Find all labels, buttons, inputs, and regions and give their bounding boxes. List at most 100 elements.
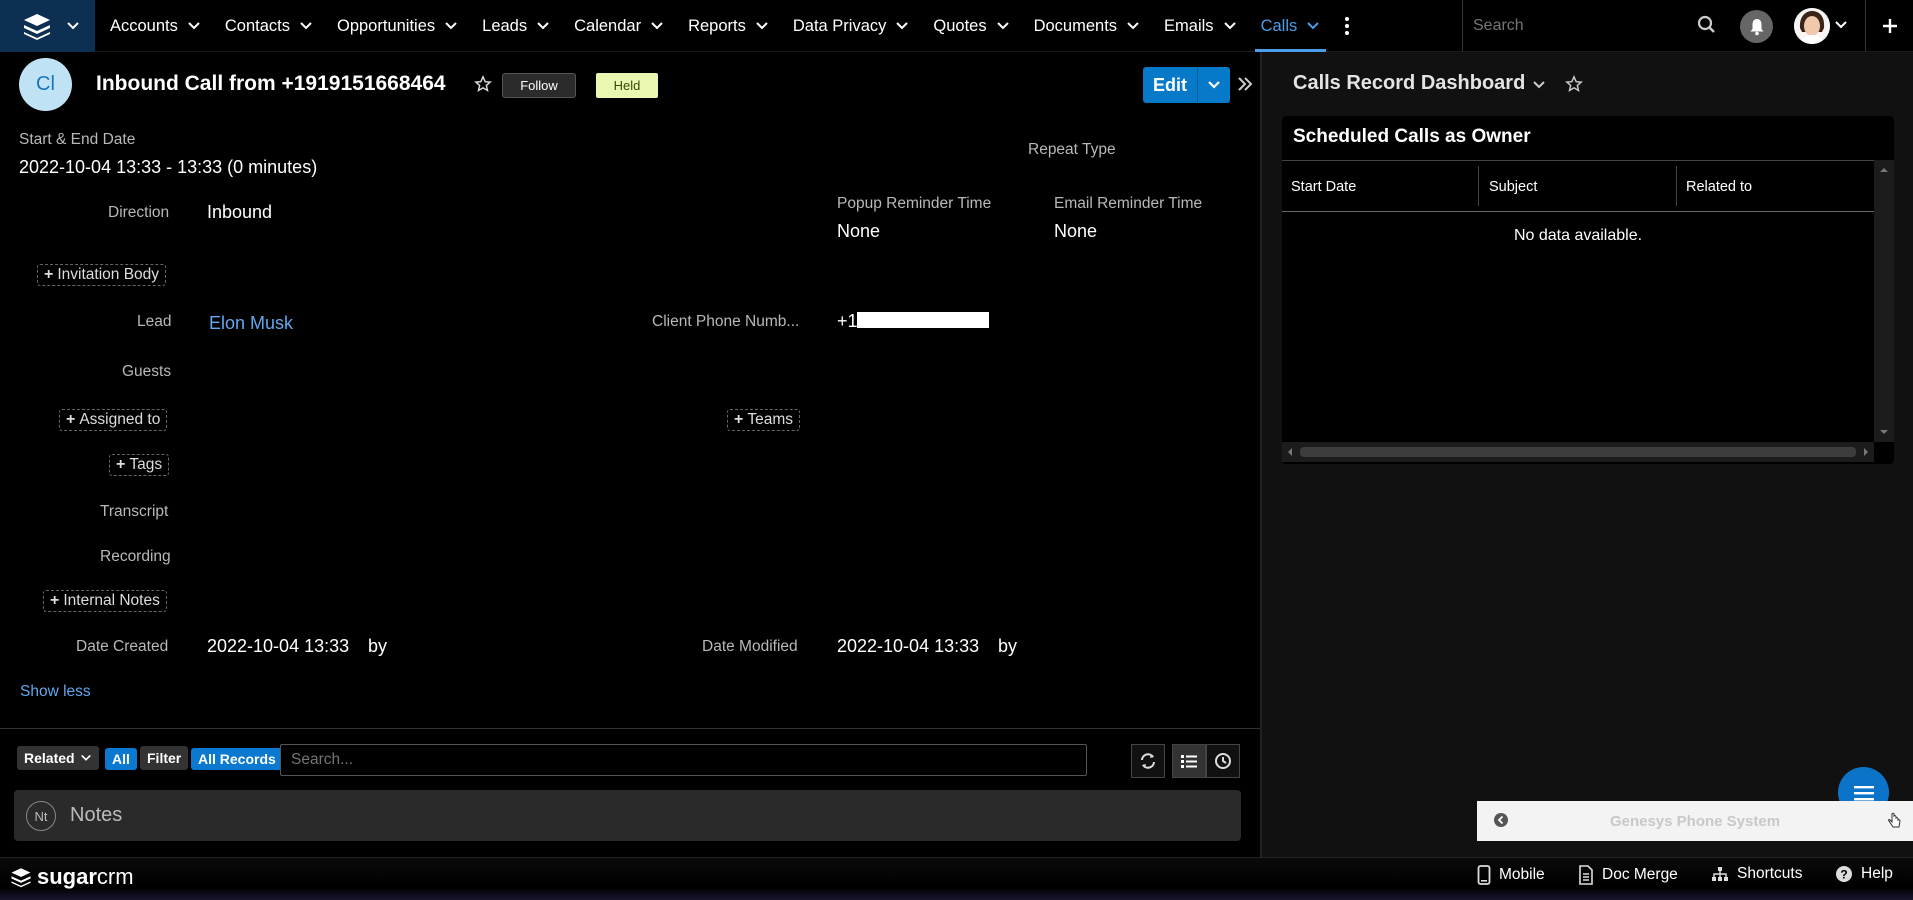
add-assigned-to-button[interactable]: + Assigned to [59, 409, 168, 431]
column-header-related-to[interactable]: Related to [1686, 179, 1752, 195]
related-dropdown[interactable]: Related [17, 746, 99, 770]
nav-item-opportunities[interactable]: Opportunities [325, 0, 470, 52]
pointer-hand-icon [1888, 812, 1901, 828]
all-modules-button[interactable]: All [105, 748, 137, 770]
mobile-phone-icon [1477, 865, 1491, 885]
genesys-phone-bar[interactable]: Genesys Phone System [1477, 801, 1913, 841]
show-less-link[interactable]: Show less [20, 683, 91, 701]
subpanel-search-input[interactable] [280, 744, 1087, 776]
email-reminder-value[interactable]: None [1054, 221, 1097, 242]
chevron-down-icon[interactable] [299, 19, 313, 33]
nav-item-documents[interactable]: Documents [1022, 0, 1152, 52]
nav-item-leads[interactable]: Leads [470, 0, 562, 52]
chevron-down-icon[interactable] [755, 19, 769, 33]
nav-item-label: Quotes [933, 16, 987, 35]
dashlet-table-header: Start Date Subject Related to [1282, 160, 1874, 212]
popup-reminder-value[interactable]: None [837, 221, 880, 242]
doc-merge-label: Doc Merge [1602, 866, 1678, 883]
favorite-star-icon[interactable] [474, 75, 492, 93]
all-records-filter[interactable]: All Records [191, 748, 283, 770]
favorite-star-icon[interactable] [1565, 75, 1583, 93]
add-tags-button[interactable]: + Tags [109, 454, 170, 476]
scroll-left-arrow-icon[interactable] [1284, 442, 1296, 462]
nav-item-data-privacy[interactable]: Data Privacy [781, 0, 922, 52]
column-header-subject[interactable]: Subject [1489, 179, 1537, 195]
help-link[interactable]: ? Help [1835, 865, 1893, 883]
mobile-link[interactable]: Mobile [1477, 865, 1545, 885]
chevron-down-icon[interactable] [1834, 18, 1848, 32]
client-phone-value[interactable]: +1 [837, 311, 858, 332]
chevron-down-icon[interactable] [650, 19, 664, 33]
user-avatar[interactable] [1794, 8, 1830, 44]
collapse-dashboard-icon[interactable] [1236, 75, 1254, 93]
button-label: Assigned to [79, 411, 161, 428]
sugarcrm-logo[interactable]: sugarcrm [10, 864, 134, 890]
record-avatar: Cl [19, 58, 72, 111]
vertical-scrollbar[interactable] [1874, 160, 1894, 442]
chevron-down-icon[interactable] [444, 19, 458, 33]
chevron-down-icon[interactable] [1126, 19, 1140, 33]
chevron-down-icon[interactable] [1532, 78, 1546, 92]
global-search-input[interactable] [1471, 12, 1661, 40]
add-teams-button[interactable]: + Teams [727, 409, 800, 431]
add-internal-notes-button[interactable]: + Internal Notes [43, 590, 167, 612]
nav-item-accounts[interactable]: Accounts [98, 0, 213, 52]
quick-create-button[interactable] [1865, 0, 1913, 52]
activity-stream-button[interactable] [1206, 744, 1240, 778]
client-phone-label: Client Phone Numb... [652, 313, 800, 330]
chevron-down-icon[interactable] [1223, 19, 1237, 33]
plus-icon: + [50, 592, 60, 609]
nav-item-calls[interactable]: Calls [1249, 0, 1333, 52]
refresh-button[interactable] [1131, 744, 1165, 778]
edit-button[interactable]: Edit [1143, 67, 1197, 103]
edit-actions-dropdown[interactable] [1197, 67, 1230, 103]
date-created-value: 2022-10-04 13:33 [207, 636, 350, 656]
doc-merge-link[interactable]: Doc Merge [1578, 865, 1678, 885]
chevron-down-icon[interactable] [1306, 19, 1320, 33]
nav-item-label: Documents [1033, 16, 1118, 35]
sitemap-icon [1712, 867, 1728, 881]
document-icon [1579, 865, 1593, 885]
module-menu-button[interactable] [0, 0, 95, 52]
nav-item-contacts[interactable]: Contacts [213, 0, 325, 52]
more-modules-button[interactable] [1332, 0, 1362, 52]
shortcuts-link[interactable]: Shortcuts [1711, 865, 1802, 883]
shortcuts-label: Shortcuts [1737, 865, 1803, 882]
nav-item-reports[interactable]: Reports [676, 0, 781, 52]
chevron-down-icon[interactable] [895, 19, 909, 33]
scroll-down-arrow-icon[interactable] [1874, 426, 1894, 438]
expand-left-icon[interactable] [1493, 812, 1509, 828]
button-label: Tags [129, 456, 163, 473]
nav-item-label: Calendar [574, 16, 642, 35]
scroll-up-arrow-icon[interactable] [1874, 164, 1894, 176]
add-invitation-body-button[interactable]: + Invitation Body [37, 264, 167, 286]
list-view-button[interactable] [1172, 744, 1206, 778]
dashboard-title[interactable]: Calls Record Dashboard [1293, 72, 1525, 95]
record-title: Inbound Call from +1919151668464 [96, 72, 446, 95]
global-search [1462, 0, 1702, 52]
column-header-start-date[interactable]: Start Date [1291, 179, 1356, 195]
related-label: Related [24, 750, 75, 766]
list-icon [1181, 755, 1197, 768]
direction-value[interactable]: Inbound [207, 202, 272, 223]
notes-initials: Nt [34, 808, 48, 824]
follow-button[interactable]: Follow [502, 73, 576, 98]
notifications-button[interactable] [1740, 10, 1773, 43]
scrollbar-thumb[interactable] [1300, 447, 1856, 457]
start-end-date-value[interactable]: 2022-10-04 13:33 - 13:33 (0 minutes) [19, 157, 317, 178]
chevron-down-icon[interactable] [996, 19, 1010, 33]
chevron-down-icon [67, 22, 79, 30]
plus-icon: + [734, 411, 744, 428]
nav-item-quotes[interactable]: Quotes [921, 0, 1021, 52]
notes-subpanel[interactable]: Nt Notes [14, 790, 1241, 841]
filter-button[interactable]: Filter [140, 746, 189, 770]
search-icon[interactable] [1697, 15, 1717, 35]
lead-link[interactable]: Elon Musk [209, 313, 293, 334]
nav-item-label: Data Privacy [792, 16, 887, 35]
nav-item-calendar[interactable]: Calendar [562, 0, 676, 52]
scroll-right-arrow-icon[interactable] [1860, 442, 1872, 462]
nav-item-emails[interactable]: Emails [1152, 0, 1249, 52]
chevron-down-icon[interactable] [187, 19, 201, 33]
chevron-down-icon[interactable] [536, 19, 550, 33]
clock-icon [1215, 753, 1231, 769]
